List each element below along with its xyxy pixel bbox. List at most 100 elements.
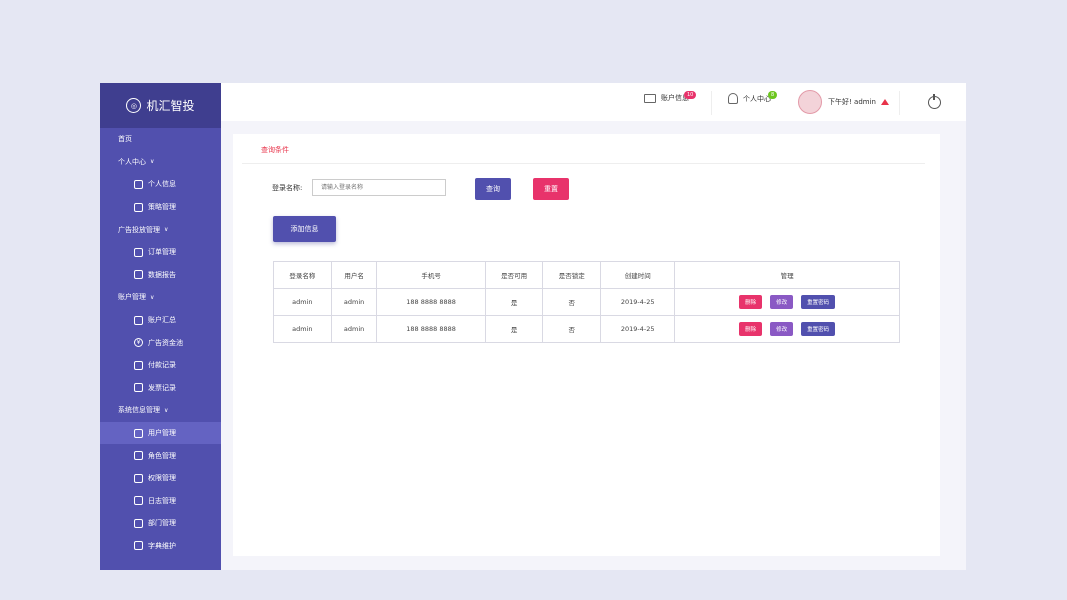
column-header: 用户名	[330, 261, 378, 289]
brand-name: 机汇智投	[146, 99, 195, 113]
report-icon	[134, 270, 143, 280]
sidebar-item-label: 部门管理	[148, 519, 176, 528]
table-cell: 是	[484, 288, 544, 316]
chevron-down-icon: ∨	[150, 158, 155, 166]
sidebar-item[interactable]: 付款记录	[100, 354, 221, 377]
sidebar-item[interactable]: 日志管理	[100, 490, 221, 513]
edit-button[interactable]: 修改	[770, 322, 794, 336]
sidebar-item-label: 个人信息	[148, 180, 176, 189]
personal-center-label: 个人中心	[743, 94, 771, 103]
role-icon	[134, 451, 143, 461]
section-title: 查询条件	[261, 146, 289, 154]
user-manage-icon	[134, 428, 143, 438]
reset-password-button[interactable]: 重置密码	[801, 322, 836, 336]
sidebar-item[interactable]: 账户管理 ∨	[100, 286, 221, 309]
sidebar-item-label: 权限管理	[148, 474, 176, 483]
chevron-down-icon: ∨	[150, 293, 155, 301]
sidebar-item-label: 广告资金池	[148, 338, 183, 347]
sidebar-item[interactable]: 权限管理	[100, 467, 221, 490]
sidebar-item[interactable]: 用户管理	[100, 421, 221, 445]
column-header: 创建时间	[600, 261, 676, 289]
column-header: 手机号	[376, 261, 486, 289]
login-name-input[interactable]	[312, 179, 446, 196]
permission-icon	[134, 473, 143, 483]
sidebar-item-label: 日志管理	[148, 496, 176, 505]
query-button[interactable]: 查询	[475, 178, 511, 200]
user-icon	[728, 93, 738, 104]
sidebar-item-label: 系统信息管理	[118, 406, 160, 415]
sidebar-item[interactable]: 账户汇总	[100, 309, 221, 332]
caret-up-icon	[880, 99, 889, 105]
table-cell: admin	[330, 315, 378, 343]
personal-center-button[interactable]: 个人中心 8	[728, 91, 778, 104]
sidebar: ◎ 机汇智投 首页个人中心 ∨ 个人信息策略管理广告投放管理 ∨ 订单管理数据报告账户管…	[100, 83, 221, 570]
sidebar-menu: 首页个人中心 ∨ 个人信息策略管理广告投放管理 ∨ 订单管理数据报告账户管理 ∨ 账户汇总 ¥…	[100, 128, 221, 557]
table-cell: 188 8888 8888	[376, 288, 486, 316]
sidebar-item[interactable]: 系统信息管理 ∨	[100, 399, 221, 422]
sidebar-item-label: 字典维护	[148, 541, 176, 550]
sidebar-item-label: 策略管理	[148, 203, 176, 212]
sidebar-item-label: 角色管理	[148, 451, 176, 460]
payment-icon	[134, 360, 143, 370]
add-info-button[interactable]: 添加信息	[273, 216, 336, 242]
sidebar-item[interactable]: 发票记录	[100, 377, 221, 400]
divider	[242, 163, 925, 164]
delete-button[interactable]: 删除	[739, 322, 763, 336]
sidebar-item[interactable]: 广告投放管理 ∨	[100, 218, 221, 241]
sidebar-item[interactable]: 策略管理	[100, 196, 221, 219]
account-info-button[interactable]: 账户信息 10	[644, 91, 697, 103]
sidebar-item-label: 首页	[118, 135, 132, 144]
table-body: admin admin 188 8888 8888 是否 2019-4-25 删除 修改 重置…	[273, 288, 900, 343]
table-header-row: 登录名称 用户名 手机号 是否可用 是否锁定 创建时间 管理	[273, 261, 900, 289]
sidebar-item-label: 账户管理	[118, 293, 146, 302]
column-header: 是否可用	[484, 261, 544, 289]
table-cell: admin	[273, 315, 332, 343]
header-divider	[899, 91, 900, 115]
chevron-down-icon: ∨	[164, 406, 169, 414]
sidebar-item[interactable]: 订单管理	[100, 241, 221, 264]
table-cell: 2019-4-25	[600, 288, 676, 316]
account-info-badge: 10	[684, 91, 697, 99]
sidebar-item[interactable]: 字典维护	[100, 535, 221, 558]
sidebar-item[interactable]: 角色管理	[100, 444, 221, 467]
reset-button[interactable]: 重置	[533, 178, 569, 200]
chevron-down-icon: ∨	[164, 226, 169, 234]
sidebar-item[interactable]: 部门管理	[100, 512, 221, 535]
sidebar-item[interactable]: 个人中心 ∨	[100, 151, 221, 174]
wallet-icon	[644, 93, 656, 103]
sidebar-item[interactable]: 个人信息	[100, 173, 221, 196]
sidebar-item-label: 账户汇总	[148, 316, 176, 325]
actions-cell: 删除 修改 重置密码	[674, 315, 900, 343]
top-header: 账户信息 10 个人中心 8 下午好! admin	[221, 83, 966, 121]
sidebar-item-label: 广告投放管理	[118, 225, 160, 234]
sidebar-item[interactable]: 首页	[100, 128, 221, 151]
log-icon	[134, 496, 143, 506]
table-cell: 188 8888 8888	[376, 315, 486, 343]
sidebar-item-label: 数据报告	[148, 270, 176, 279]
yen-icon: ¥	[134, 338, 143, 348]
avatar	[798, 90, 822, 114]
logout-button[interactable]	[928, 94, 941, 109]
sidebar-item-label: 发票记录	[148, 383, 176, 392]
table-row: admin admin 188 8888 8888 是否 2019-4-25 删除 修改 重置…	[273, 315, 900, 343]
reset-password-button[interactable]: 重置密码	[801, 295, 836, 309]
column-header: 登录名称	[273, 261, 332, 289]
order-icon	[134, 247, 143, 257]
invoice-icon	[134, 383, 143, 393]
login-name-label: 登录名称:	[272, 184, 303, 192]
greeting: 下午好! admin	[828, 98, 876, 106]
table-cell: 否	[542, 315, 602, 343]
sidebar-item[interactable]: ¥ 广告资金池	[100, 331, 221, 354]
strategy-icon	[134, 202, 143, 212]
logo-icon: ◎	[126, 98, 142, 113]
column-header: 是否锁定	[542, 261, 602, 289]
header-divider	[711, 91, 712, 115]
table-cell: admin	[273, 288, 332, 316]
sidebar-item-label: 付款记录	[148, 361, 176, 370]
user-table: 登录名称 用户名 手机号 是否可用 是否锁定 创建时间 管理 admin admin 188 8…	[273, 261, 900, 343]
brand-logo[interactable]: ◎ 机汇智投	[100, 83, 221, 128]
user-menu[interactable]: 下午好! admin	[798, 90, 889, 114]
delete-button[interactable]: 删除	[739, 295, 763, 309]
sidebar-item[interactable]: 数据报告	[100, 264, 221, 287]
edit-button[interactable]: 修改	[770, 295, 794, 309]
